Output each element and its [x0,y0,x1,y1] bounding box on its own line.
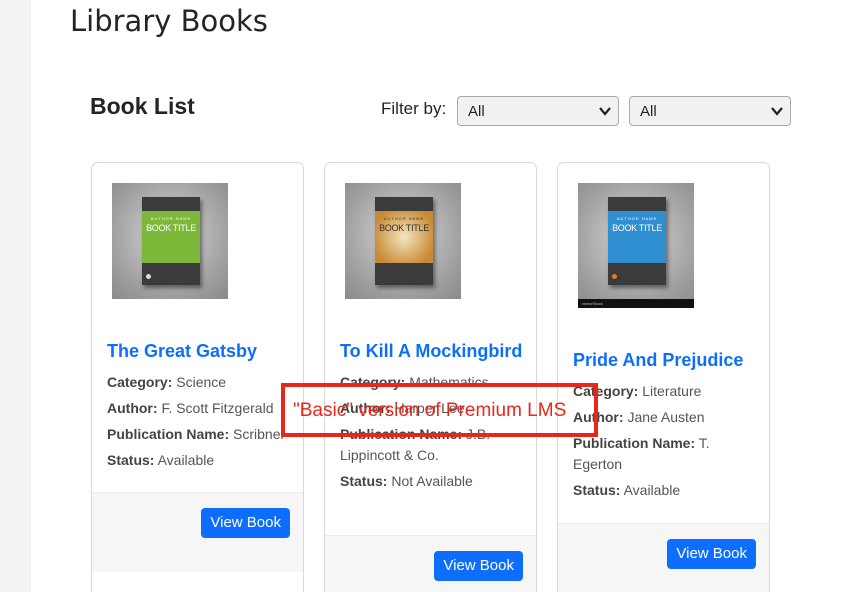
view-book-button[interactable]: View Book [434,551,523,581]
view-book-button[interactable]: View Book [201,508,290,538]
page-title: Library Books [70,4,268,38]
cover-footer-text: vectorStock [578,299,694,308]
book-status: Available [157,452,215,468]
book-cover-image: AUTHOR NAME BOOK TITLE [112,183,228,299]
publication-label: Publication Name: [573,435,696,451]
book-card: AUTHOR NAME BOOK TITLE vectorStock Pride… [557,162,770,592]
book-category: Science [176,374,227,390]
book-card: AUTHOR NAME BOOK TITLE The Great Gatsby … [91,162,304,592]
book-status: Available [623,482,681,498]
book-title[interactable]: To Kill A Mockingbird [340,341,525,362]
main-content: Library Books Book List Filter by: All A… [31,0,854,592]
cover-title-text: BOOK TITLE [146,223,196,233]
book-card: AUTHOR NAME BOOK TITLE To Kill A Mocking… [324,162,537,592]
view-book-button[interactable]: View Book [667,539,756,569]
book-category: Literature [642,383,702,399]
chevron-down-icon [599,107,611,116]
cover-author-text: AUTHOR NAME [150,216,192,221]
category-label: Category: [340,374,406,390]
book-cover-image: AUTHOR NAME BOOK TITLE vectorStock [578,183,694,308]
status-label: Status: [573,482,621,498]
cover-title-text: BOOK TITLE [612,223,662,233]
status-label: Status: [107,452,155,468]
book-title[interactable]: The Great Gatsby [107,341,292,362]
section-title: Book List [90,93,195,119]
category-label: Category: [573,383,639,399]
cover-author-text: AUTHOR NAME [383,216,425,221]
status-filter-value: All [640,103,657,120]
publication-label: Publication Name: [107,426,230,442]
chevron-down-icon [771,107,783,116]
status-label: Status: [340,473,388,489]
filter-label: Filter by: [381,99,447,118]
book-status: Not Available [391,473,473,489]
author-label: Author: [340,400,391,416]
book-cover-image: AUTHOR NAME BOOK TITLE [345,183,461,299]
category-filter-value: All [468,103,485,120]
category-filter-select[interactable]: All [457,96,619,126]
status-filter-select[interactable]: All [629,96,791,126]
book-author: Harper Lee [394,400,465,416]
card-footer: View Book [92,492,303,572]
cover-title-text: BOOK TITLE [379,223,429,233]
book-title[interactable]: Pride And Prejudice [573,350,758,371]
category-label: Category: [107,374,173,390]
book-category: Mathematics [409,374,489,390]
cover-author-text: AUTHOR NAME [616,216,658,221]
book-author: F. Scott Fitzgerald [161,400,274,416]
author-label: Author: [573,409,624,425]
publication-label: Publication Name: [340,426,463,442]
author-label: Author: [107,400,158,416]
book-author: Jane Austen [627,409,705,425]
book-publication: Scribner [233,426,286,442]
card-footer: View Book [325,535,536,592]
card-footer: View Book [558,523,769,592]
